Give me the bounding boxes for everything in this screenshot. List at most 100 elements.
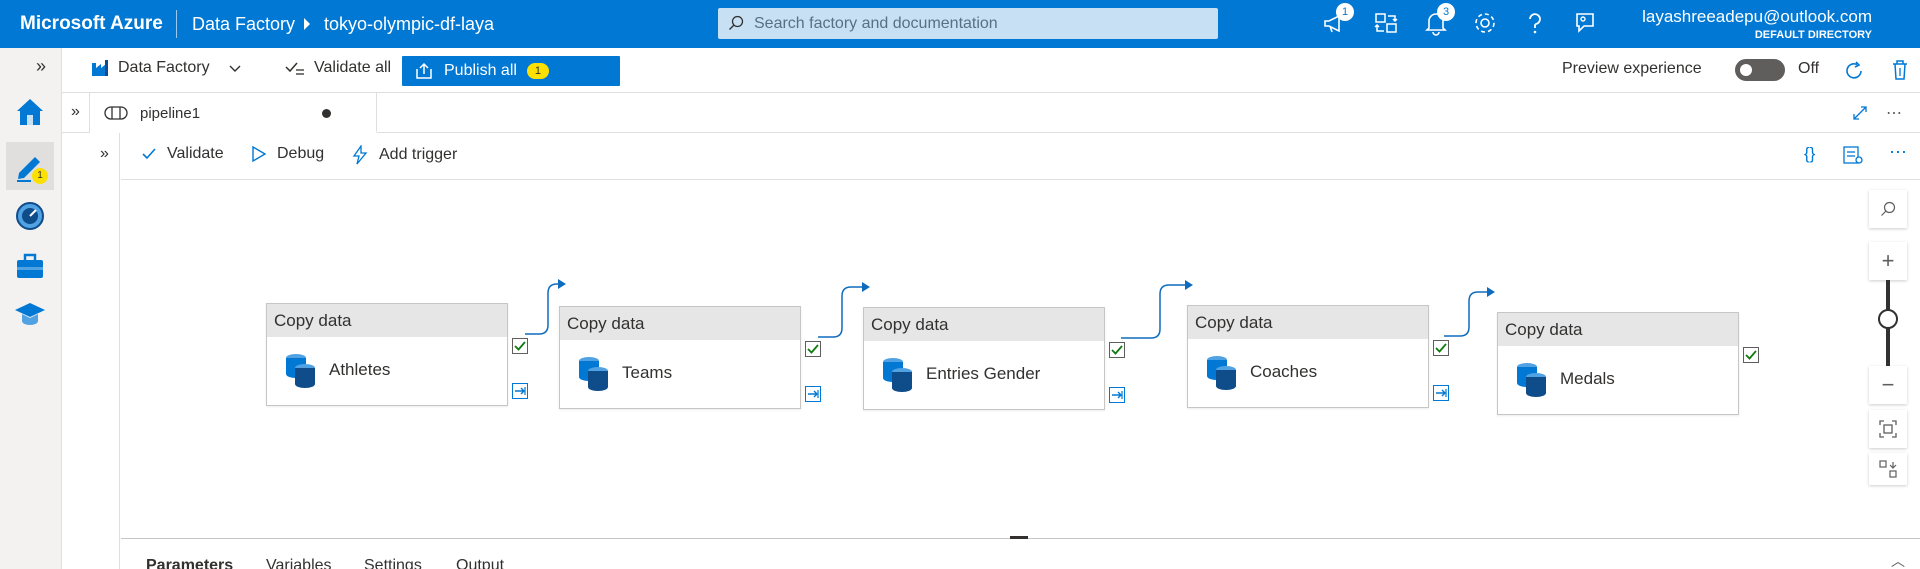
checkmark-icon <box>1111 345 1123 355</box>
switch-directory-button[interactable] <box>1373 10 1401 38</box>
nav-author[interactable]: 1 <box>6 142 54 190</box>
nav-home[interactable] <box>6 88 54 136</box>
canvas-search-button[interactable] <box>1869 190 1907 228</box>
success-output-handle[interactable] <box>805 341 821 357</box>
breadcrumb-chevron-icon <box>304 18 310 30</box>
search-input[interactable] <box>754 12 1204 35</box>
lightning-icon <box>352 145 368 165</box>
rail-expand-button[interactable]: » <box>36 56 46 77</box>
pipeline-canvas[interactable]: Copy data Athletes Copy data Teams Copy data… <box>121 181 1920 538</box>
nav-manage[interactable] <box>6 242 54 290</box>
notifications-button[interactable]: 3 <box>1423 3 1455 38</box>
settings-button[interactable] <box>1472 10 1500 38</box>
gear-icon <box>1475 13 1495 33</box>
connector-arrowhead <box>558 279 566 289</box>
connector-athletes-teams <box>525 283 558 335</box>
fit-screen-icon <box>1879 420 1897 438</box>
factory-icon <box>92 60 108 76</box>
success-output-handle[interactable] <box>512 338 528 354</box>
zoom-out-button[interactable]: − <box>1869 366 1907 404</box>
help-button[interactable] <box>1522 10 1550 38</box>
factory-selector[interactable]: Data Factory <box>90 58 250 78</box>
activity-type: Copy data <box>864 308 1104 341</box>
minus-icon: − <box>1881 372 1895 397</box>
activity-type: Copy data <box>1188 306 1428 339</box>
validate-button[interactable]: Validate <box>141 145 224 163</box>
database-icon <box>883 358 912 392</box>
activity-name: Athletes <box>329 360 391 379</box>
tab-pipeline1[interactable]: pipeline1 <box>90 93 377 133</box>
checkmark-icon <box>807 344 819 354</box>
tab-more-icon[interactable]: ⋯ <box>1886 103 1902 123</box>
editor-tab-strip: » pipeline1 ⋯ <box>62 93 1920 133</box>
arrow-right-icon <box>1112 391 1123 399</box>
checkmark-icon <box>1745 350 1757 360</box>
connector-arrowhead <box>1487 287 1495 297</box>
activity-copy-data[interactable]: Copy data Teams <box>559 306 801 409</box>
activities-expand-button[interactable]: » <box>90 133 120 569</box>
auto-align-icon <box>1879 460 1897 478</box>
tab-settings[interactable]: Settings <box>364 557 422 569</box>
activity-copy-data[interactable]: Copy data Medals <box>1497 312 1739 415</box>
completion-output-handle[interactable] <box>1433 385 1449 401</box>
zoom-to-fit-button[interactable] <box>1869 410 1907 448</box>
pipeline-toolbar: Validate Debug Add trigger {} ⋯ <box>121 133 1920 180</box>
account-directory: DEFAULT DIRECTORY <box>1754 29 1872 41</box>
search-icon <box>729 15 744 30</box>
breadcrumb-factory-name[interactable]: tokyo-olympic-df-laya <box>324 14 494 35</box>
auto-align-button[interactable] <box>1869 453 1907 485</box>
arrow-right-icon <box>515 387 526 395</box>
connector-arrowhead <box>1185 280 1193 290</box>
activity-copy-data[interactable]: Copy data Coaches <box>1187 305 1429 408</box>
code-view-icon[interactable]: {} <box>1804 144 1815 164</box>
completion-output-handle[interactable] <box>805 386 821 402</box>
properties-icon[interactable] <box>1842 145 1864 165</box>
success-output-handle[interactable] <box>1109 342 1125 358</box>
add-trigger-button[interactable]: Add trigger <box>351 145 457 165</box>
preview-toggle[interactable] <box>1735 59 1785 81</box>
validate-label: Validate <box>167 145 224 162</box>
completion-output-handle[interactable] <box>512 383 528 399</box>
updates-button[interactable]: 1 <box>1322 3 1354 38</box>
activity-copy-data[interactable]: Copy data Athletes <box>266 303 508 406</box>
nav-monitor[interactable] <box>6 192 54 240</box>
connector-entries-coaches <box>1121 284 1185 339</box>
resources-expand-button[interactable]: » <box>62 93 90 133</box>
toolbar-more-icon[interactable]: ⋯ <box>1889 142 1907 163</box>
tab-label: pipeline1 <box>140 105 201 122</box>
activity-type: Copy data <box>267 304 507 337</box>
success-output-handle[interactable] <box>1743 347 1759 363</box>
breadcrumb-data-factory[interactable]: Data Factory <box>192 14 295 35</box>
preview-experience-label: Preview experience <box>1562 60 1702 77</box>
account-info[interactable]: layashreeadepu@outlook.com DEFAULT DIREC… <box>1642 7 1872 41</box>
completion-output-handle[interactable] <box>1109 387 1125 403</box>
refresh-icon[interactable] <box>1843 60 1865 82</box>
feedback-button[interactable] <box>1572 10 1600 38</box>
author-badge: 1 <box>32 168 48 184</box>
debug-button[interactable]: Debug <box>251 145 324 163</box>
activity-copy-data[interactable]: Copy data Entries Gender <box>863 307 1105 410</box>
add-trigger-label: Add trigger <box>379 146 458 163</box>
activity-name: Teams <box>622 363 673 382</box>
brand-title[interactable]: Microsoft Azure <box>20 13 163 35</box>
zoom-in-button[interactable]: + <box>1869 242 1907 280</box>
discard-icon[interactable] <box>1890 59 1910 81</box>
search-box[interactable] <box>718 8 1218 39</box>
validate-all-button[interactable]: Validate all <box>284 58 391 78</box>
database-icon <box>1207 356 1236 390</box>
tab-parameters[interactable]: Parameters <box>146 557 233 569</box>
tab-output[interactable]: Output <box>456 557 504 569</box>
nav-learning-center[interactable] <box>6 290 54 338</box>
preview-toggle-state: Off <box>1798 60 1820 77</box>
maximize-icon[interactable] <box>1852 105 1868 121</box>
success-output-handle[interactable] <box>1433 340 1449 356</box>
connector-teams-entries <box>818 286 862 338</box>
collapse-panel-icon[interactable]: ︿ <box>1891 551 1905 569</box>
tab-variables[interactable]: Variables <box>266 557 332 569</box>
top-bar: Microsoft Azure Data Factory tokyo-olymp… <box>0 0 1920 48</box>
publish-all-button[interactable]: Publish all 1 <box>402 56 620 86</box>
zoom-slider-knob[interactable] <box>1878 309 1898 329</box>
debug-label: Debug <box>277 145 325 162</box>
gauge-icon <box>16 202 44 230</box>
left-rail: » 1 <box>0 48 62 569</box>
